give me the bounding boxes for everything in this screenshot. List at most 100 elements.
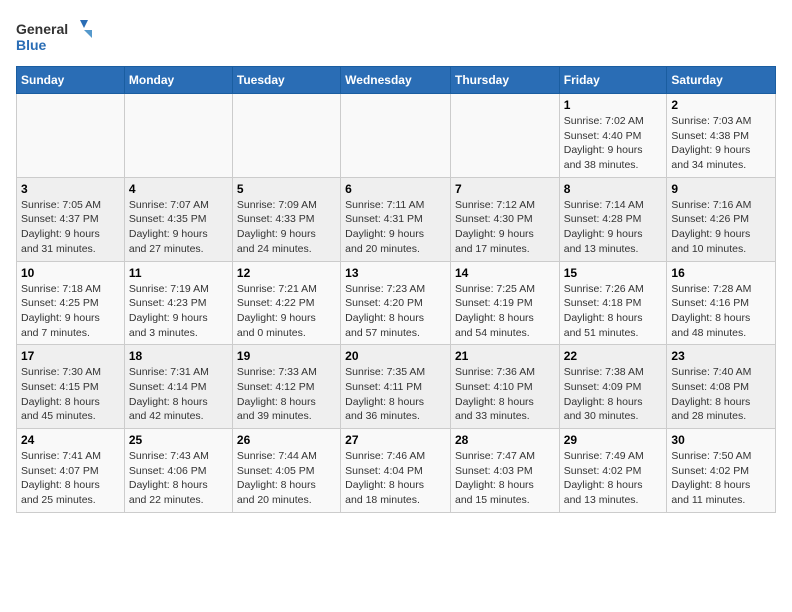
day-number: 12 <box>237 266 336 280</box>
weekday-header: Monday <box>124 67 232 94</box>
calendar-cell: 1 Sunrise: 7:02 AM Sunset: 4:40 PM Daylig… <box>559 94 667 178</box>
day-info: Sunrise: 7:02 AM Sunset: 4:40 PM Dayligh… <box>564 114 663 173</box>
calendar-cell <box>450 94 559 178</box>
calendar-cell: 27 Sunrise: 7:46 AM Sunset: 4:04 PM Dayli… <box>341 429 451 513</box>
day-number: 9 <box>671 182 771 196</box>
day-number: 11 <box>129 266 228 280</box>
calendar-cell: 28 Sunrise: 7:47 AM Sunset: 4:03 PM Dayli… <box>450 429 559 513</box>
calendar-cell: 26 Sunrise: 7:44 AM Sunset: 4:05 PM Dayli… <box>232 429 340 513</box>
day-number: 21 <box>455 349 555 363</box>
calendar-cell: 16Sunrise: 7:28 AM Sunset: 4:16 PM Dayli… <box>667 261 776 345</box>
weekday-header: Thursday <box>450 67 559 94</box>
day-info: Sunrise: 7:21 AM Sunset: 4:22 PM Dayligh… <box>237 282 336 341</box>
day-number: 18 <box>129 349 228 363</box>
calendar-cell: 17 Sunrise: 7:30 AM Sunset: 4:15 PM Dayli… <box>17 345 125 429</box>
calendar-cell: 10 Sunrise: 7:18 AM Sunset: 4:25 PM Dayli… <box>17 261 125 345</box>
calendar-cell: 13 Sunrise: 7:23 AM Sunset: 4:20 PM Dayli… <box>341 261 451 345</box>
day-number: 1 <box>564 98 663 112</box>
day-info: Sunrise: 7:09 AM Sunset: 4:33 PM Dayligh… <box>237 198 336 257</box>
day-info: Sunrise: 7:12 AM Sunset: 4:30 PM Dayligh… <box>455 198 555 257</box>
day-info: Sunrise: 7:18 AM Sunset: 4:25 PM Dayligh… <box>21 282 120 341</box>
day-number: 27 <box>345 433 446 447</box>
calendar-cell: 5 Sunrise: 7:09 AM Sunset: 4:33 PM Daylig… <box>232 177 340 261</box>
day-info: Sunrise: 7:49 AM Sunset: 4:02 PM Dayligh… <box>564 449 663 508</box>
day-info: Sunrise: 7:26 AM Sunset: 4:18 PM Dayligh… <box>564 282 663 341</box>
day-info: Sunrise: 7:11 AM Sunset: 4:31 PM Dayligh… <box>345 198 446 257</box>
calendar-cell <box>341 94 451 178</box>
day-info: Sunrise: 7:50 AM Sunset: 4:02 PM Dayligh… <box>671 449 771 508</box>
day-number: 25 <box>129 433 228 447</box>
day-number: 26 <box>237 433 336 447</box>
calendar-cell: 21 Sunrise: 7:36 AM Sunset: 4:10 PM Dayli… <box>450 345 559 429</box>
day-number: 15 <box>564 266 663 280</box>
calendar-cell: 9 Sunrise: 7:16 AM Sunset: 4:26 PM Daylig… <box>667 177 776 261</box>
weekday-header: Saturday <box>667 67 776 94</box>
day-number: 10 <box>21 266 120 280</box>
calendar-cell: 2Sunrise: 7:03 AM Sunset: 4:38 PM Daylig… <box>667 94 776 178</box>
day-number: 20 <box>345 349 446 363</box>
day-info: Sunrise: 7:33 AM Sunset: 4:12 PM Dayligh… <box>237 365 336 424</box>
day-number: 7 <box>455 182 555 196</box>
calendar-cell: 14Sunrise: 7:25 AM Sunset: 4:19 PM Dayli… <box>450 261 559 345</box>
calendar-cell: 8 Sunrise: 7:14 AM Sunset: 4:28 PM Daylig… <box>559 177 667 261</box>
calendar-cell: 23 Sunrise: 7:40 AM Sunset: 4:08 PM Dayli… <box>667 345 776 429</box>
day-number: 16 <box>671 266 771 280</box>
header: GeneralBlue <box>16 16 776 56</box>
calendar-cell: 24 Sunrise: 7:41 AM Sunset: 4:07 PM Dayli… <box>17 429 125 513</box>
day-info: Sunrise: 7:23 AM Sunset: 4:20 PM Dayligh… <box>345 282 446 341</box>
logo: GeneralBlue <box>16 16 96 56</box>
calendar-cell <box>124 94 232 178</box>
calendar-week-row: 1 Sunrise: 7:02 AM Sunset: 4:40 PM Daylig… <box>17 94 776 178</box>
calendar-week-row: 17 Sunrise: 7:30 AM Sunset: 4:15 PM Dayli… <box>17 345 776 429</box>
day-number: 8 <box>564 182 663 196</box>
day-number: 23 <box>671 349 771 363</box>
day-number: 3 <box>21 182 120 196</box>
day-info: Sunrise: 7:46 AM Sunset: 4:04 PM Dayligh… <box>345 449 446 508</box>
day-number: 13 <box>345 266 446 280</box>
calendar-cell: 25 Sunrise: 7:43 AM Sunset: 4:06 PM Dayli… <box>124 429 232 513</box>
day-info: Sunrise: 7:30 AM Sunset: 4:15 PM Dayligh… <box>21 365 120 424</box>
calendar-week-row: 3 Sunrise: 7:05 AM Sunset: 4:37 PM Daylig… <box>17 177 776 261</box>
day-info: Sunrise: 7:36 AM Sunset: 4:10 PM Dayligh… <box>455 365 555 424</box>
day-number: 22 <box>564 349 663 363</box>
svg-text:Blue: Blue <box>16 37 47 53</box>
day-info: Sunrise: 7:44 AM Sunset: 4:05 PM Dayligh… <box>237 449 336 508</box>
calendar-cell: 11Sunrise: 7:19 AM Sunset: 4:23 PM Dayli… <box>124 261 232 345</box>
day-number: 6 <box>345 182 446 196</box>
calendar-cell: 12 Sunrise: 7:21 AM Sunset: 4:22 PM Dayli… <box>232 261 340 345</box>
calendar-cell: 7 Sunrise: 7:12 AM Sunset: 4:30 PM Daylig… <box>450 177 559 261</box>
day-number: 24 <box>21 433 120 447</box>
day-number: 28 <box>455 433 555 447</box>
calendar-cell: 18 Sunrise: 7:31 AM Sunset: 4:14 PM Dayli… <box>124 345 232 429</box>
calendar-week-row: 24 Sunrise: 7:41 AM Sunset: 4:07 PM Dayli… <box>17 429 776 513</box>
weekday-header-row: SundayMondayTuesdayWednesdayThursdayFrid… <box>17 67 776 94</box>
day-info: Sunrise: 7:38 AM Sunset: 4:09 PM Dayligh… <box>564 365 663 424</box>
calendar-cell: 20 Sunrise: 7:35 AM Sunset: 4:11 PM Dayli… <box>341 345 451 429</box>
calendar-week-row: 10 Sunrise: 7:18 AM Sunset: 4:25 PM Dayli… <box>17 261 776 345</box>
day-info: Sunrise: 7:43 AM Sunset: 4:06 PM Dayligh… <box>129 449 228 508</box>
day-info: Sunrise: 7:35 AM Sunset: 4:11 PM Dayligh… <box>345 365 446 424</box>
calendar-cell: 15 Sunrise: 7:26 AM Sunset: 4:18 PM Dayli… <box>559 261 667 345</box>
calendar-table: SundayMondayTuesdayWednesdayThursdayFrid… <box>16 66 776 513</box>
day-info: Sunrise: 7:14 AM Sunset: 4:28 PM Dayligh… <box>564 198 663 257</box>
weekday-header: Tuesday <box>232 67 340 94</box>
day-number: 14 <box>455 266 555 280</box>
calendar-cell: 19Sunrise: 7:33 AM Sunset: 4:12 PM Dayli… <box>232 345 340 429</box>
day-number: 17 <box>21 349 120 363</box>
day-info: Sunrise: 7:41 AM Sunset: 4:07 PM Dayligh… <box>21 449 120 508</box>
weekday-header: Sunday <box>17 67 125 94</box>
day-number: 30 <box>671 433 771 447</box>
day-number: 4 <box>129 182 228 196</box>
calendar-cell <box>17 94 125 178</box>
calendar-cell: 4 Sunrise: 7:07 AM Sunset: 4:35 PM Daylig… <box>124 177 232 261</box>
calendar-cell: 6 Sunrise: 7:11 AM Sunset: 4:31 PM Daylig… <box>341 177 451 261</box>
day-number: 5 <box>237 182 336 196</box>
day-info: Sunrise: 7:05 AM Sunset: 4:37 PM Dayligh… <box>21 198 120 257</box>
day-info: Sunrise: 7:07 AM Sunset: 4:35 PM Dayligh… <box>129 198 228 257</box>
day-info: Sunrise: 7:16 AM Sunset: 4:26 PM Dayligh… <box>671 198 771 257</box>
svg-text:General: General <box>16 21 68 37</box>
day-number: 29 <box>564 433 663 447</box>
day-info: Sunrise: 7:31 AM Sunset: 4:14 PM Dayligh… <box>129 365 228 424</box>
day-info: Sunrise: 7:47 AM Sunset: 4:03 PM Dayligh… <box>455 449 555 508</box>
day-info: Sunrise: 7:40 AM Sunset: 4:08 PM Dayligh… <box>671 365 771 424</box>
